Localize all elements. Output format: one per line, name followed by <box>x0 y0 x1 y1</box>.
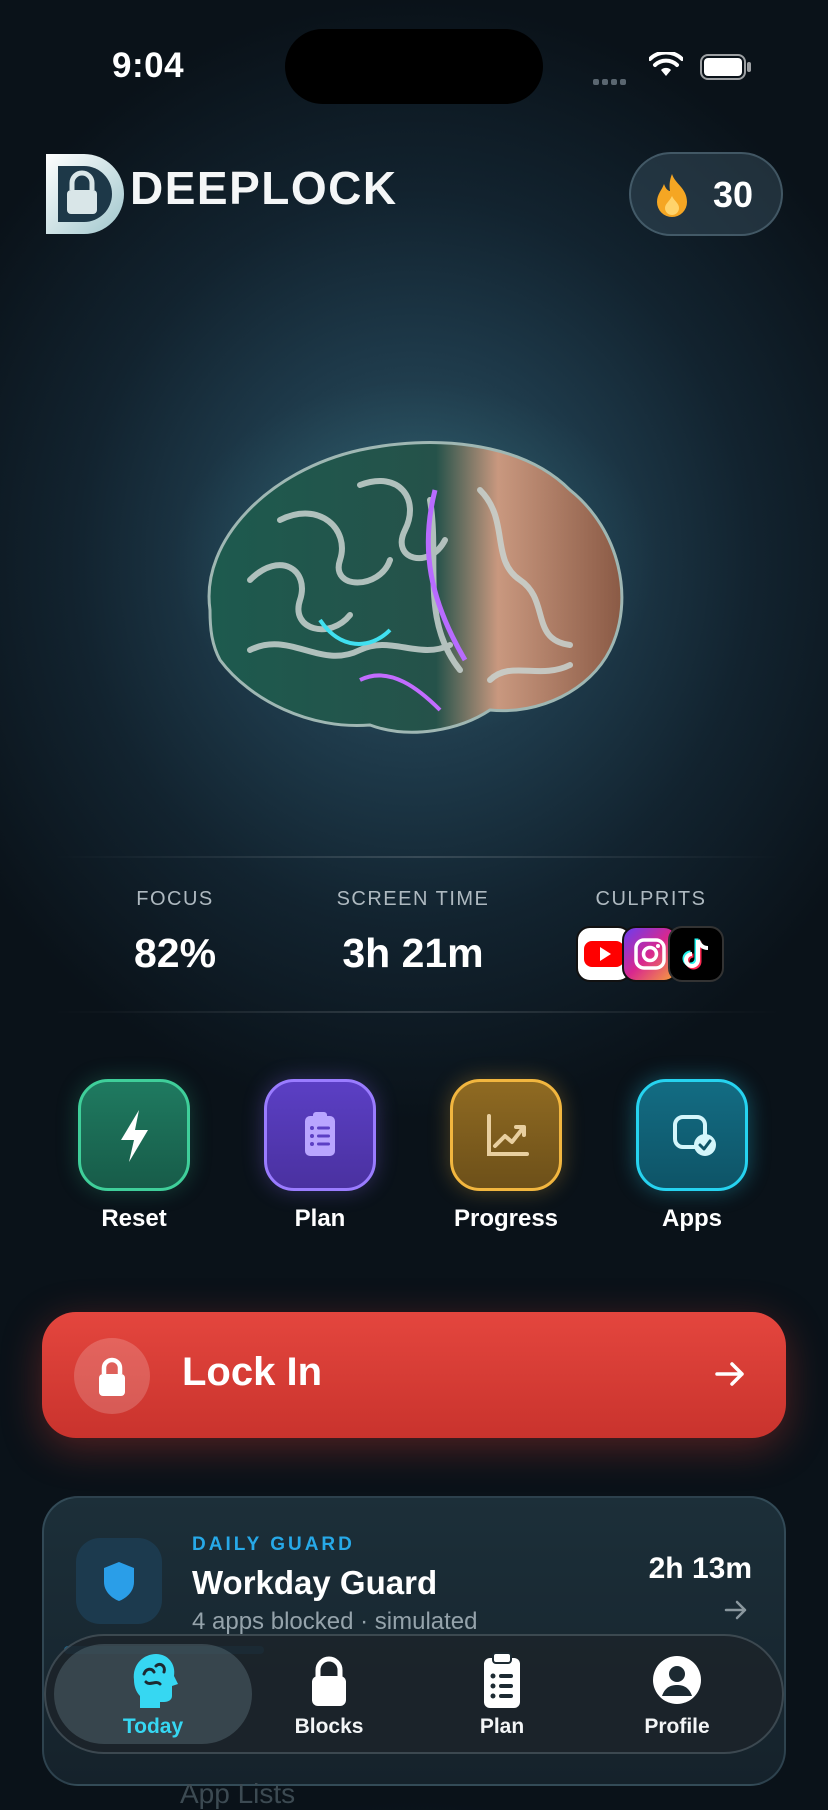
clipboard-icon <box>484 1652 520 1708</box>
brain-head-icon <box>133 1654 178 1708</box>
focus-label: FOCUS <box>136 888 214 910</box>
tab-blocks-label: Blocks <box>294 1715 364 1738</box>
plan-button[interactable] <box>264 1079 376 1191</box>
next-card-peek: App Lists <box>180 1778 296 1809</box>
cellular-signal-icon <box>593 72 635 85</box>
tiktok-glyph <box>682 938 709 970</box>
dynamic-island <box>285 29 543 104</box>
tab-blocks[interactable]: Blocks <box>244 1650 414 1739</box>
daily-guard-subtitle: 4 apps blocked · simulated <box>192 1608 478 1635</box>
clipboard-icon <box>305 1112 335 1156</box>
reset-button[interactable] <box>78 1079 190 1191</box>
person-circle-icon <box>653 1656 701 1704</box>
streak-badge[interactable]: 30 <box>629 152 783 236</box>
screen-time-value: 3h 21m <box>342 930 484 976</box>
reset-label: Reset <box>101 1205 167 1232</box>
tab-bar: Today Blocks Plan Profile <box>44 1634 784 1754</box>
status-time: 9:04 <box>112 46 185 85</box>
apps-button[interactable] <box>636 1079 748 1191</box>
daily-guard-eyebrow: DAILY GUARD <box>192 1534 355 1555</box>
lightning-icon <box>121 1110 148 1162</box>
screen-time-label: SCREEN TIME <box>336 888 490 910</box>
battery-icon <box>700 54 751 80</box>
culprits-label: CULPRITS <box>595 888 707 910</box>
shield-icon <box>104 1562 134 1601</box>
wifi-icon <box>649 52 683 76</box>
tab-plan-label: Plan <box>479 1715 525 1738</box>
lock-icon-circle <box>74 1338 150 1414</box>
streak-count: 30 <box>713 174 754 215</box>
guard-icon-tile <box>76 1538 162 1624</box>
arrow-right-icon <box>715 1362 744 1386</box>
lock-in-label: Lock In <box>182 1350 323 1394</box>
app-check-icon <box>673 1115 716 1156</box>
chart-icon <box>487 1114 529 1156</box>
app-logo-icon <box>46 154 124 234</box>
lock-in-button[interactable]: Lock In <box>42 1312 786 1438</box>
tab-profile-label: Profile <box>644 1715 710 1738</box>
tab-today-label: Today <box>122 1715 184 1738</box>
lock-icon <box>312 1656 346 1706</box>
progress-button[interactable] <box>450 1079 562 1191</box>
apps-label: Apps <box>662 1205 722 1232</box>
focus-value: 82% <box>133 930 217 976</box>
brand-wordmark: DEEPLOCK <box>130 162 398 214</box>
plan-label: Plan <box>294 1205 346 1232</box>
flame-icon <box>657 174 687 217</box>
tiktok-icon[interactable] <box>668 926 724 982</box>
lock-icon <box>99 1357 125 1396</box>
stats-divider-bottom <box>52 1011 782 1013</box>
tab-today[interactable]: Today <box>68 1650 238 1739</box>
progress-label: Progress <box>453 1205 559 1232</box>
daily-guard-time: 2h 13m <box>648 1552 752 1585</box>
brain-illustration <box>207 441 624 734</box>
daily-guard-title: Workday Guard <box>192 1564 438 1601</box>
stats-divider-top <box>52 856 782 858</box>
arrow-right-icon[interactable] <box>722 1596 750 1624</box>
tab-plan[interactable]: Plan <box>417 1650 587 1739</box>
tab-profile[interactable]: Profile <box>592 1650 762 1739</box>
